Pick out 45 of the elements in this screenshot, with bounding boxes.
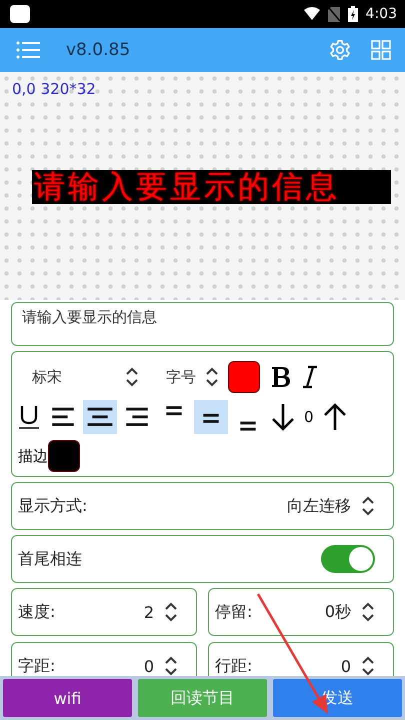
underline-icon[interactable] [18, 404, 40, 430]
notification-icon [10, 5, 30, 23]
parameter-label: 停留: [215, 602, 252, 622]
parameter-label: 字距: [18, 656, 56, 676]
up-down-icon[interactable] [125, 366, 139, 388]
action-button[interactable]: wifi [3, 679, 132, 717]
grid-icon[interactable] [371, 40, 391, 60]
parameter-label: 行距: [215, 656, 252, 676]
led-preview: 请输入要显示的信息 [32, 170, 391, 204]
italic-icon[interactable] [302, 365, 318, 389]
canvas-coordinates: 0,0 320*32 [12, 80, 97, 98]
no-sim-icon [328, 6, 340, 22]
up-down-icon[interactable] [164, 655, 178, 676]
message-input-field[interactable]: 请输入要显示的信息 [11, 302, 394, 346]
up-down-icon[interactable] [205, 366, 219, 388]
bold-icon[interactable] [269, 365, 293, 389]
vertical-align-icon[interactable] [194, 400, 228, 434]
arrow-up-icon[interactable] [322, 402, 347, 432]
app-version-title: v8.0.85 [66, 40, 130, 60]
font-selector[interactable]: 标宋 [18, 368, 116, 386]
up-down-icon[interactable] [164, 601, 178, 623]
align-icon[interactable] [83, 400, 117, 434]
offset-value: 0 [304, 408, 314, 426]
parameter-label: 速度: [18, 602, 56, 622]
battery-icon [348, 6, 358, 22]
loop-toggle[interactable] [321, 545, 375, 573]
up-down-icon[interactable] [361, 495, 375, 517]
display-mode-label: 显示方式: [18, 496, 88, 516]
settings-icon[interactable] [329, 39, 351, 61]
loop-label: 首尾相连 [18, 548, 82, 570]
stroke-color-swatch[interactable] [48, 440, 80, 472]
up-down-icon[interactable] [361, 601, 375, 623]
parameter-value[interactable]: 2 [144, 602, 154, 622]
parameter-value[interactable]: 0秒 [324, 602, 351, 622]
parameter-value[interactable]: 0 [340, 656, 351, 676]
wifi-icon [304, 7, 320, 21]
menu-icon[interactable] [16, 40, 40, 60]
display-mode-value[interactable]: 向左连移 [287, 496, 351, 516]
font-size-selector[interactable]: 字号 [166, 368, 196, 386]
up-down-icon[interactable] [361, 655, 375, 676]
status-time: 4:03 [366, 6, 397, 22]
arrow-down-icon[interactable] [271, 402, 295, 432]
text-color-swatch[interactable] [228, 361, 260, 393]
stroke-label: 描边 [18, 446, 48, 466]
parameter-value[interactable]: 0 [144, 656, 154, 676]
